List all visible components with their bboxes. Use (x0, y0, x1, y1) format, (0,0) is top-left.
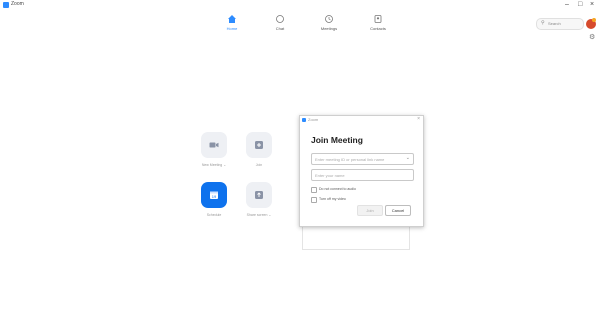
svg-text:19: 19 (212, 194, 217, 199)
join-meeting-button[interactable]: Join (357, 205, 383, 216)
share-screen-button[interactable] (246, 182, 272, 208)
audio-option-label: Do not connect to audio (319, 187, 356, 191)
chat-icon (276, 15, 284, 23)
meeting-id-field[interactable]: ⌄ (311, 153, 414, 165)
tab-chat[interactable]: Chat (265, 14, 295, 31)
clock-icon (325, 15, 333, 23)
new-meeting-label: New Meeting ⌄ (201, 163, 227, 167)
dialog-titlebar: Zoom × (300, 116, 423, 124)
zoom-logo-icon (3, 2, 9, 8)
maximize-button[interactable]: □ (578, 0, 582, 10)
calendar-icon: 19 (210, 191, 218, 199)
tab-meetings[interactable]: Meetings (314, 14, 344, 31)
search-box[interactable]: ⚲ Search (536, 18, 584, 30)
search-label: Search (548, 21, 561, 26)
cancel-button[interactable]: Cancel (385, 205, 411, 216)
window-title: Zoom (11, 1, 24, 7)
video-camera-icon (209, 142, 219, 148)
top-navigation: Home Chat Meetings Contacts (0, 10, 598, 34)
join-button[interactable] (246, 132, 272, 158)
chevron-down-icon[interactable]: ⌄ (406, 155, 410, 161)
dialog-close-icon[interactable]: × (417, 116, 420, 122)
close-button[interactable]: × (590, 0, 594, 10)
name-input[interactable] (315, 171, 403, 179)
name-field[interactable] (311, 169, 414, 181)
upcoming-meetings-panel (302, 224, 410, 250)
tab-home-label: Home (226, 26, 238, 31)
home-icon (228, 15, 236, 23)
share-screen-label: Share screen ⌄ (246, 213, 272, 217)
dialog-window-title: Zoom (308, 117, 319, 122)
join-label: Join (255, 163, 263, 167)
minimize-button[interactable]: – (565, 0, 569, 10)
plus-icon (255, 141, 263, 149)
tab-home[interactable]: Home (217, 14, 247, 31)
meeting-id-input[interactable] (315, 155, 403, 163)
search-icon: ⚲ (541, 20, 545, 26)
contacts-icon (374, 15, 382, 23)
gear-icon[interactable]: ⚙ (589, 33, 595, 41)
new-meeting-button[interactable] (201, 132, 227, 158)
tab-chat-label: Chat (275, 26, 285, 31)
share-screen-icon (255, 191, 263, 199)
tab-contacts-label: Contacts (370, 26, 386, 31)
video-option-label: Turn off my video (319, 197, 346, 201)
schedule-label: Schedule (206, 213, 222, 217)
tab-meetings-label: Meetings (320, 26, 338, 31)
schedule-button[interactable]: 19 (201, 182, 227, 208)
avatar[interactable] (586, 18, 596, 29)
tab-contacts[interactable]: Contacts (363, 14, 393, 31)
dialog-heading: Join Meeting (311, 135, 363, 145)
title-bar: Zoom – □ × (0, 0, 598, 10)
video-checkbox[interactable] (311, 197, 317, 203)
audio-checkbox[interactable] (311, 187, 317, 193)
zoom-logo-icon (302, 118, 306, 122)
